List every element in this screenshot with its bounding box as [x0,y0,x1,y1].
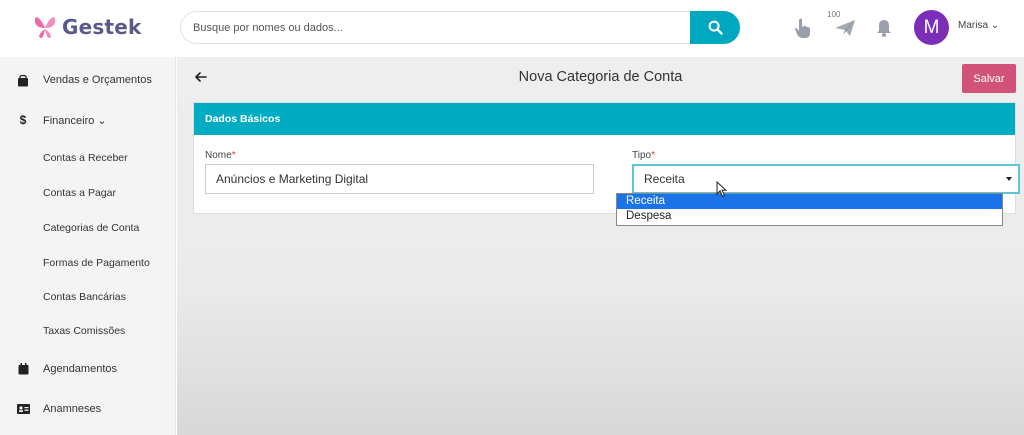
dollar-icon: $ [19,113,27,127]
sidebar-item-vendas[interactable]: Vendas e Orçamentos [0,68,176,92]
user-menu[interactable]: Marisa ⌄ [958,20,999,31]
id-card-icon [16,402,30,416]
search-icon [708,20,723,35]
name-label: Nome* [205,150,236,161]
sidebar-item-label: Categorias de Conta [43,222,140,234]
type-select[interactable]: Receita [632,164,1020,194]
search-bar [180,11,740,44]
sidebar-item-label: Contas Bancárias [43,291,126,303]
dropdown-option-receita[interactable]: Receita [617,194,1002,209]
tap-hand-icon[interactable] [791,16,815,40]
logo[interactable]: Gestek [32,12,142,42]
type-select-value: Receita [644,172,685,186]
sidebar-item-label: Taxas Comissões [43,325,126,337]
sidebar-item-contas-pagar[interactable]: Contas a Pagar [0,181,176,205]
sidebar-item-label: Agendamentos [43,363,117,375]
avatar-initial: M [923,16,940,38]
type-dropdown-list: Receita Despesa [616,193,1003,226]
page-title: Nova Categoria de Conta [518,69,683,85]
sidebar-item-label: Vendas e Orçamentos [43,74,152,86]
sidebar-item-agendamentos[interactable]: Agendamentos [0,357,176,381]
app-name: Gestek [62,15,142,39]
sidebar-item-label: Anamneses [43,403,102,415]
type-label: Tipo* [632,150,655,161]
dropdown-option-despesa[interactable]: Despesa [617,209,1002,224]
caret-down-icon [1006,177,1012,181]
sidebar-item-financeiro[interactable]: $ Financeiro ⌄ [0,108,176,132]
sidebar-item-taxas-comissoes[interactable]: Taxas Comissões [0,319,176,343]
top-bar: Gestek 100 M Marisa ⌄ [0,0,1024,57]
sidebar-item-formas-pagamento[interactable]: Formas de Pagamento [0,251,176,275]
calendar-icon [16,362,30,376]
sidebar-item-contas-bancarias[interactable]: Contas Bancárias [0,285,176,309]
sidebar: Vendas e Orçamentos $ Financeiro ⌄ Conta… [0,57,176,435]
sidebar-item-label: Contas a Pagar [43,187,116,199]
sidebar-item-label: Contas a Receber [43,152,128,164]
send-points-icon[interactable]: 100 [827,10,857,40]
sidebar-item-categorias-conta[interactable]: Categorias de Conta [0,216,176,240]
bell-icon[interactable] [872,16,896,40]
required-mark: * [231,150,236,161]
sidebar-item-anamneses[interactable]: Anamneses [0,397,176,421]
main-content: Nova Categoria de Conta Salvar Dados Bás… [177,57,1024,435]
sidebar-item-contas-receber[interactable]: Contas a Receber [0,146,176,170]
mouse-cursor-icon [716,181,728,198]
search-button[interactable] [690,11,740,44]
points-badge: 100 [827,10,841,19]
shopping-bag-icon [16,73,30,87]
section-header: Dados Básicos [194,103,1015,135]
name-field[interactable] [205,164,594,194]
required-mark: * [651,150,655,161]
sidebar-item-label: Formas de Pagamento [43,257,150,269]
butterfly-logo-icon [34,17,56,38]
name-label-text: Nome [205,150,232,161]
save-button[interactable]: Salvar [962,64,1016,93]
type-label-text: Tipo [632,150,652,161]
sidebar-item-label: Financeiro ⌄ [43,114,107,127]
search-input[interactable] [193,12,683,43]
avatar[interactable]: M [914,10,949,45]
